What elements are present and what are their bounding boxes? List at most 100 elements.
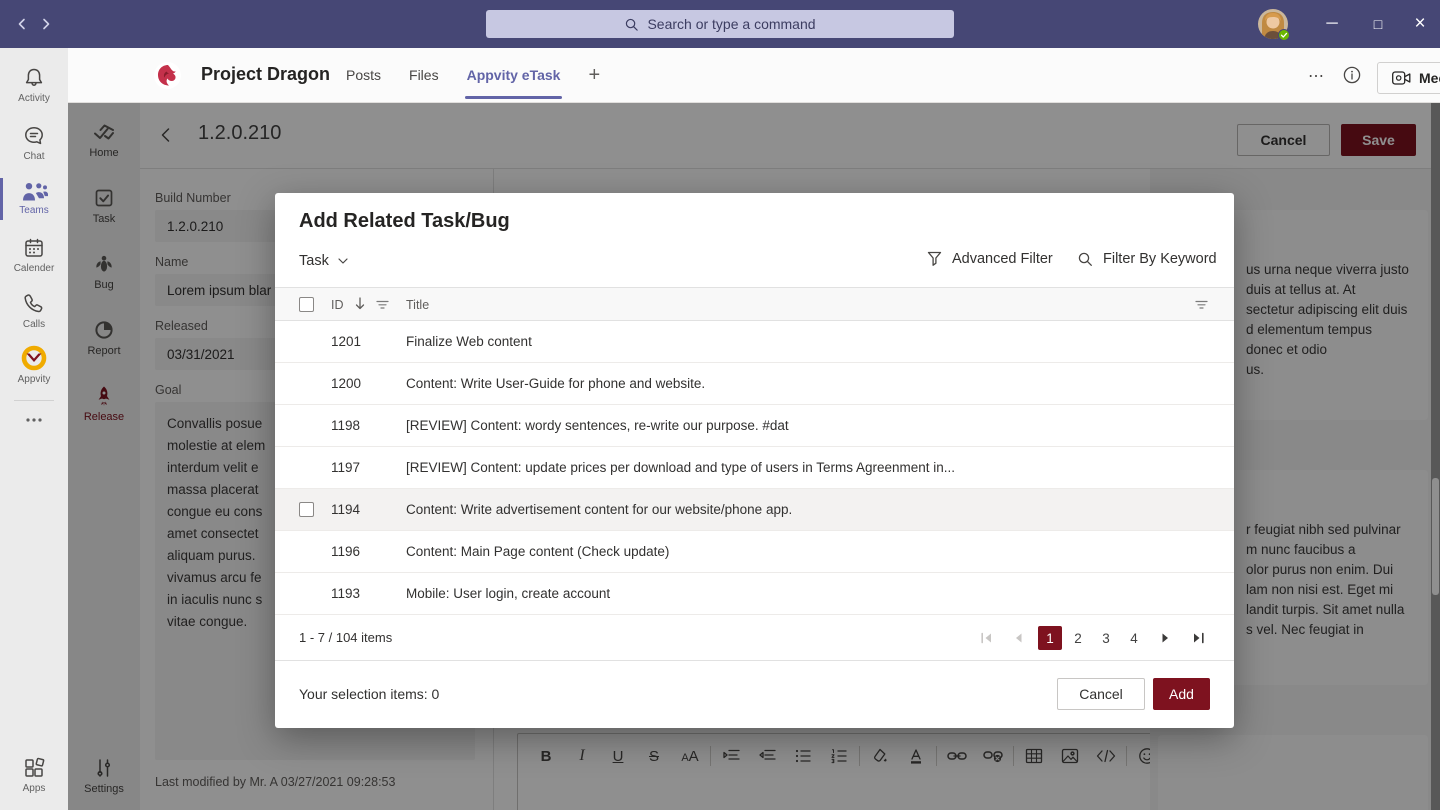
page-number-1[interactable]: 1 (1038, 626, 1062, 650)
window-minimize-button[interactable]: ─ (1312, 0, 1352, 48)
page-number-4[interactable]: 4 (1122, 626, 1146, 650)
last-page-icon[interactable] (1186, 626, 1210, 650)
tab-files[interactable]: Files (409, 48, 439, 102)
type-filter-value: Task (299, 253, 329, 269)
tab-posts[interactable]: Posts (346, 48, 381, 102)
add-tab-button[interactable]: + (588, 48, 600, 102)
meet-split-button: Meet (1377, 62, 1440, 94)
dialog-title: Add Related Task/Bug (299, 210, 510, 233)
bell-icon (22, 66, 46, 90)
table-header: ID Title (275, 287, 1234, 321)
keyword-filter-label: Filter By Keyword (1103, 251, 1217, 267)
row-id: 1198 (331, 418, 360, 433)
chat-icon (22, 124, 46, 148)
channel-more-icon[interactable]: ⋯ (1308, 65, 1330, 87)
dialog-cancel-button[interactable]: Cancel (1057, 678, 1145, 710)
meet-button[interactable]: Meet (1378, 63, 1440, 93)
row-title: Content: Main Page content (Check update… (406, 544, 669, 559)
pagination-summary: 1 - 7 / 104 items (299, 630, 392, 645)
dialog-footer: Your selection items: 0 Cancel Add (275, 661, 1234, 728)
rail-item-label: Apps (23, 783, 46, 794)
row-checkbox[interactable] (299, 502, 314, 517)
rail-divider (14, 400, 54, 401)
sort-descending-icon[interactable] (354, 297, 366, 311)
id-column-header: ID (331, 298, 344, 312)
calendar-icon (22, 236, 46, 260)
rail-item-apps[interactable]: Apps (0, 748, 68, 802)
table-row[interactable]: 1194 Content: Write advertisement content… (275, 489, 1234, 531)
add-related-task-dialog: Add Related Task/Bug Task Advanced Filte… (275, 193, 1234, 728)
title-bar: Search or type a command ─ □ × (0, 0, 1440, 48)
channel-info-icon[interactable] (1342, 65, 1362, 85)
select-all-checkbox[interactable] (299, 297, 314, 312)
rail-item-label: Appvity (18, 374, 51, 385)
row-id: 1200 (331, 376, 361, 391)
rail-item-calender[interactable]: Calender (0, 228, 68, 282)
page-number-2[interactable]: 2 (1066, 626, 1090, 650)
funnel-icon (927, 251, 942, 267)
rail-item-activity[interactable]: Activity (0, 58, 68, 112)
dialog-add-button[interactable]: Add (1153, 678, 1210, 710)
team-logo (154, 62, 181, 89)
meet-button-label: Meet (1419, 70, 1440, 86)
appvity-icon (21, 345, 47, 371)
row-id: 1194 (331, 502, 360, 517)
keyword-filter-button[interactable]: Filter By Keyword (1077, 251, 1217, 267)
selection-count-text: Your selection items: 0 (299, 686, 439, 702)
channel-tabs: Posts Files Appvity eTask + (346, 48, 600, 102)
row-title: [REVIEW] Content: wordy sentences, re-wr… (406, 418, 789, 433)
user-avatar[interactable] (1258, 9, 1288, 39)
apps-icon (22, 756, 46, 780)
page-numbers: 1234 (1038, 626, 1146, 650)
table-row[interactable]: 1200 Content: Write User-Guide for phone … (275, 363, 1234, 405)
table-row[interactable]: 1196 Content: Main Page content (Check up… (275, 531, 1234, 573)
status-available-icon (1278, 29, 1290, 41)
row-title: [REVIEW] Content: update prices per down… (406, 460, 955, 475)
row-title: Content: Write User-Guide for phone and … (406, 376, 705, 391)
teams-icon (21, 182, 48, 202)
window-maximize-button[interactable]: □ (1358, 0, 1398, 48)
history-back-icon[interactable] (12, 14, 32, 34)
rail-item-teams[interactable]: Teams (0, 172, 68, 226)
next-page-icon[interactable] (1154, 626, 1178, 650)
task-table: 1201 Finalize Web content 1200 Content: Wri… (275, 321, 1234, 615)
title-column-header: Title (406, 298, 429, 312)
row-id: 1201 (331, 334, 361, 349)
tab-appvity-etask[interactable]: Appvity eTask (467, 48, 561, 102)
search-icon (624, 17, 639, 32)
rail-item-calls[interactable]: Calls (0, 284, 68, 338)
row-title: Content: Write advertisement content for… (406, 502, 792, 517)
dots-icon (25, 417, 43, 423)
row-id: 1193 (331, 586, 360, 601)
title-filter-icon[interactable] (1195, 300, 1208, 310)
pagination-controls: 1234 (974, 615, 1210, 661)
first-page-icon[interactable] (974, 626, 998, 650)
table-row[interactable]: 1201 Finalize Web content (275, 321, 1234, 363)
search-icon (1077, 251, 1093, 267)
page-number-3[interactable]: 3 (1094, 626, 1118, 650)
table-row[interactable]: 1193 Mobile: User login, create account (275, 573, 1234, 615)
teams-window: Search or type a command ─ □ × Project D… (0, 0, 1440, 810)
type-filter-dropdown[interactable]: Task (299, 253, 348, 269)
search-placeholder: Search or type a command (647, 16, 815, 32)
table-row[interactable]: 1197[REVIEW] Content: update prices per … (275, 447, 1234, 489)
teams-app-rail: ActivityChatTeams Calender Calls Appvity App… (0, 48, 68, 810)
advanced-filter-button[interactable]: Advanced Filter (927, 251, 1053, 267)
rail-more-button[interactable] (0, 406, 68, 434)
history-forward-icon[interactable] (36, 14, 56, 34)
search-input[interactable]: Search or type a command (486, 10, 954, 38)
rail-item-appvity[interactable]: Appvity (0, 338, 68, 392)
window-close-button[interactable]: × (1400, 0, 1440, 48)
team-name: Project Dragon (201, 64, 330, 85)
row-title: Finalize Web content (406, 334, 532, 349)
chevron-down-icon (338, 258, 348, 264)
phone-icon (22, 292, 46, 316)
row-id: 1196 (331, 544, 360, 559)
row-title: Mobile: User login, create account (406, 586, 610, 601)
table-row[interactable]: 1198 [REVIEW] Content: wordy sentences, r… (275, 405, 1234, 447)
prev-page-icon[interactable] (1006, 626, 1030, 650)
rail-item-label: Calender (14, 263, 55, 274)
rail-item-chat[interactable]: Chat (0, 116, 68, 170)
rail-item-label: Calls (23, 319, 45, 330)
id-filter-icon[interactable] (376, 300, 389, 310)
